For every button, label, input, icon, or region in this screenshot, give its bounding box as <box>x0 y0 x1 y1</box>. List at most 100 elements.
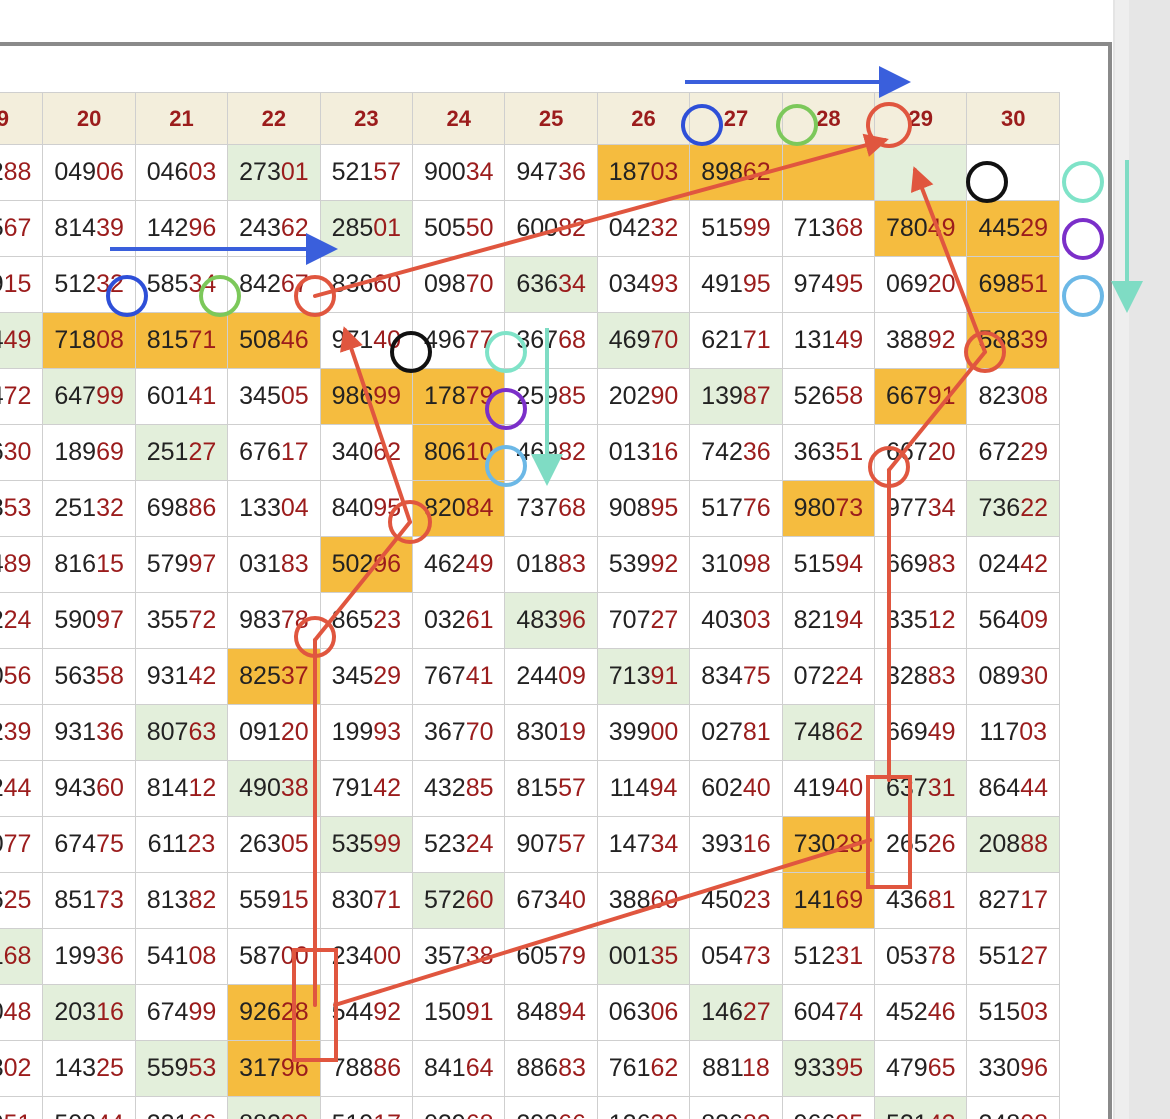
result-cell: 04906 <box>42 144 136 201</box>
result-cell: 35572 <box>134 592 229 649</box>
result-cell: 60240 <box>689 760 783 817</box>
result-cell: 82084 <box>412 480 506 537</box>
number-head: 637 <box>886 774 928 802</box>
number-head: 673 <box>516 886 559 914</box>
number-head: 251 <box>146 438 189 466</box>
scrollbar-thumb[interactable] <box>1129 0 1170 1119</box>
number-tail: 49 <box>465 550 494 578</box>
number-tail: 78 <box>280 606 309 634</box>
result-cell: 83660 <box>319 256 414 313</box>
number-head: 825 <box>239 662 281 690</box>
number-tail: 93 <box>650 270 679 298</box>
result-cell: 55915 <box>227 872 321 929</box>
number-tail: 08 <box>188 942 217 970</box>
number-head: 836 <box>331 270 374 298</box>
number-tail: 39 <box>96 214 124 242</box>
number-tail: 97 <box>188 550 217 578</box>
number-head: 908 <box>608 494 651 522</box>
number-tail: 09 <box>1020 606 1048 634</box>
number-head: 559 <box>146 1054 189 1082</box>
number-tail: 92 <box>927 326 956 354</box>
number-tail: 16 <box>742 830 771 858</box>
result-cell: 17879 <box>412 368 506 425</box>
number-tail: 79 <box>465 382 494 410</box>
number-tail: 83 <box>927 662 956 690</box>
number-tail: 06 <box>96 158 124 186</box>
number-tail: 08 <box>96 326 124 354</box>
result-cell: 61123 <box>134 816 229 873</box>
number-tail: 95 <box>835 1054 864 1082</box>
result-cell: 94736 <box>504 144 598 201</box>
number-head: 496 <box>423 326 466 354</box>
result-cell: 46970 <box>596 312 691 369</box>
result-cell: 81412 <box>134 760 229 817</box>
number-head: 187 <box>608 158 651 186</box>
number-head: 419 <box>793 774 836 802</box>
result-cell: 02442 <box>966 536 1060 593</box>
result-cell: 52157 <box>319 144 414 201</box>
number-head: 535 <box>331 830 374 858</box>
number-head: 515 <box>701 214 743 242</box>
result-cell: 76741 <box>412 648 506 705</box>
number-head: 551 <box>978 942 1021 970</box>
result-cell: 04232 <box>596 200 691 257</box>
result-cell: 35738 <box>412 928 506 985</box>
number-head: 588 <box>978 326 1021 354</box>
result-cell: 66983 <box>874 536 968 593</box>
result-cell: 45246 <box>874 984 968 1041</box>
result-cell: 33096 <box>966 1040 1060 1097</box>
number-tail: 16 <box>650 438 679 466</box>
number-tail: 36 <box>96 942 124 970</box>
number-head: 335 <box>886 606 928 634</box>
number-head: 523 <box>423 830 466 858</box>
number-tail: 77 <box>465 326 494 354</box>
number-head: 512 <box>793 942 836 970</box>
result-cell: 34529 <box>319 648 414 705</box>
result-cell: 51599 <box>689 200 783 257</box>
number-head: 886 <box>516 1054 559 1082</box>
number-tail: 99 <box>742 214 771 242</box>
result-cell: 67224 <box>0 592 44 649</box>
number-head: 001 <box>608 942 651 970</box>
number-tail: 18 <box>741 1054 770 1082</box>
number-head: 564 <box>978 606 1021 634</box>
number-head: 031 <box>239 550 281 578</box>
table-row: 4995150844221668829951917029682936612630… <box>0 1096 1060 1119</box>
result-cell: 73028 <box>781 816 876 873</box>
result-cell: 51503 <box>966 984 1060 1041</box>
number-head: 508 <box>239 326 281 354</box>
number-head: 508 <box>54 1110 96 1119</box>
number-tail: 57 <box>558 830 586 858</box>
number-head: 029 <box>424 1110 466 1119</box>
number-head: 980 <box>793 494 836 522</box>
number-tail: 15 <box>280 886 309 914</box>
number-tail: 94 <box>835 550 864 578</box>
result-cell: 39316 <box>689 816 783 873</box>
number-tail: 81 <box>927 886 956 914</box>
number-head: 815 <box>516 774 559 802</box>
number-tail: 66 <box>558 1110 586 1119</box>
number-head: 698 <box>146 494 189 522</box>
number-head: 462 <box>423 550 466 578</box>
result-cell: 98699 <box>319 368 414 425</box>
number-head: 815 <box>146 326 189 354</box>
number-tail: 30 <box>1020 662 1048 690</box>
number-tail: 78 <box>927 942 956 970</box>
result-cell: 28501 <box>319 200 414 257</box>
number-head: 367 <box>423 718 466 746</box>
result-cell: 02968 <box>412 1096 506 1119</box>
number-tail: 27 <box>742 998 771 1026</box>
number-head: 736 <box>978 494 1021 522</box>
number-head: 141 <box>793 886 836 914</box>
number-head: 823 <box>978 382 1021 410</box>
number-tail: 31 <box>927 774 956 802</box>
result-cell: 53992 <box>596 536 691 593</box>
number-tail: 17 <box>373 1110 401 1119</box>
number-tail: 32 <box>96 270 124 298</box>
result-cell: 36768 <box>504 312 598 369</box>
result-cell: 20290 <box>596 368 691 425</box>
number-tail: 99 <box>96 382 124 410</box>
number-tail: 96 <box>188 214 217 242</box>
scrollbar-track[interactable] <box>1113 0 1170 1119</box>
number-tail: 02 <box>3 1054 32 1082</box>
